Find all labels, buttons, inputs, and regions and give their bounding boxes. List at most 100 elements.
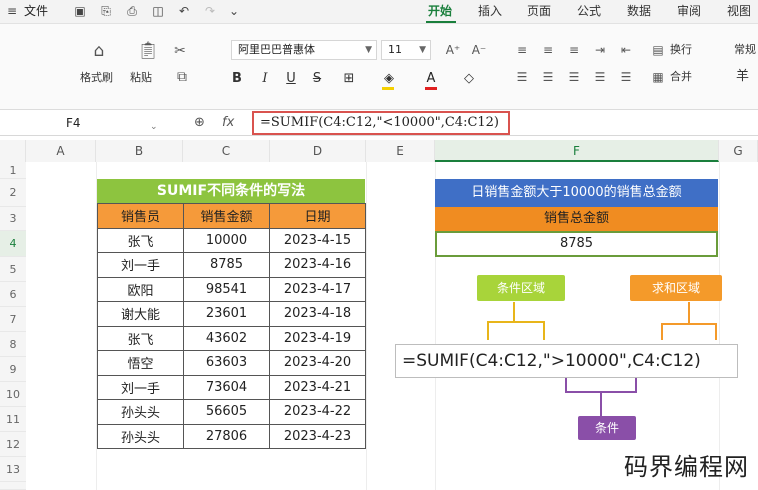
cell-salesperson[interactable]: 孙头头: [97, 399, 184, 425]
paste-label[interactable]: 粘贴: [130, 71, 152, 85]
cut-icon[interactable]: ✂: [170, 42, 190, 60]
cell-date[interactable]: 2023-4-21: [269, 374, 366, 400]
cell-salesperson[interactable]: 谢大能: [97, 301, 184, 327]
save-icon[interactable]: ▣: [72, 3, 88, 19]
print-icon[interactable]: ⎙: [124, 3, 140, 19]
underline-button[interactable]: U: [282, 70, 300, 88]
header-sales-amount[interactable]: 销售金额: [183, 203, 270, 229]
merge-icon[interactable]: ▦: [650, 68, 666, 86]
row-header-13[interactable]: 13: [0, 457, 26, 482]
cell-salesperson[interactable]: 张飞: [97, 227, 184, 253]
cell-salesperson[interactable]: 刘一手: [97, 374, 184, 400]
distribute-icon[interactable]: ☰: [618, 68, 634, 86]
cell-salesperson[interactable]: 刘一手: [97, 252, 184, 278]
cell-amount[interactable]: 73604: [183, 374, 270, 400]
cell-date[interactable]: 2023-4-20: [269, 350, 366, 376]
tab-page[interactable]: 页面: [527, 3, 551, 19]
row-header-9[interactable]: 9: [0, 357, 26, 382]
cell-date[interactable]: 2023-4-23: [269, 423, 366, 449]
tab-data[interactable]: 数据: [627, 3, 651, 19]
fx-icon[interactable]: fx: [222, 114, 234, 132]
row-header-14[interactable]: 14: [0, 482, 26, 490]
font-color-button[interactable]: A: [422, 70, 440, 88]
table-title[interactable]: SUMIF不同条件的写法: [97, 179, 365, 203]
align-right-icon[interactable]: ☰: [566, 68, 582, 86]
select-all-corner[interactable]: [0, 140, 26, 162]
row-header-8[interactable]: 8: [0, 332, 26, 357]
column-header-b[interactable]: B: [96, 140, 183, 162]
cell-date[interactable]: 2023-4-22: [269, 399, 366, 425]
align-top-icon[interactable]: ≡: [514, 41, 530, 59]
indent-icon[interactable]: ⇥: [592, 41, 608, 59]
cell-date[interactable]: 2023-4-19: [269, 325, 366, 351]
column-header-e[interactable]: E: [366, 140, 435, 162]
menu-icon[interactable]: ≡: [4, 3, 20, 19]
copy-icon[interactable]: ⧉: [172, 68, 192, 86]
justify-icon[interactable]: ☰: [592, 68, 608, 86]
row-header-5[interactable]: 5: [0, 257, 26, 282]
export-icon[interactable]: ⎘: [98, 3, 114, 19]
tab-view[interactable]: 视图: [727, 3, 751, 19]
row-header-2[interactable]: 2: [0, 179, 26, 207]
row-header-6[interactable]: 6: [0, 282, 26, 307]
tab-insert[interactable]: 插入: [478, 3, 502, 19]
clear-format-icon[interactable]: ◇: [460, 70, 478, 88]
format-painter-icon[interactable]: ⌂: [88, 42, 110, 60]
column-header-a[interactable]: A: [26, 140, 96, 162]
row-header-12[interactable]: 12: [0, 432, 26, 457]
align-middle-icon[interactable]: ≡: [540, 41, 556, 59]
row-header-7[interactable]: 7: [0, 307, 26, 332]
row-header-4[interactable]: 4: [0, 231, 26, 257]
column-header-f[interactable]: F: [435, 140, 719, 162]
decrease-font-icon[interactable]: A⁻: [470, 41, 488, 59]
row-header-1[interactable]: 1: [0, 162, 26, 179]
cell-date[interactable]: 2023-4-16: [269, 252, 366, 278]
print-preview-icon[interactable]: ◫: [150, 3, 166, 19]
undo-icon[interactable]: ↶: [176, 3, 192, 19]
strikethrough-button[interactable]: S: [308, 70, 326, 88]
file-menu[interactable]: 文件: [24, 3, 48, 19]
align-center-icon[interactable]: ☰: [540, 68, 556, 86]
currency-format-button[interactable]: 羊: [736, 70, 749, 84]
result-value-cell[interactable]: 8785: [435, 231, 718, 257]
result-title[interactable]: 日销售金额大于10000的销售总金额: [435, 179, 718, 207]
font-family-select[interactable]: 阿里巴巴普惠体 ▼: [231, 40, 377, 60]
header-date[interactable]: 日期: [269, 203, 366, 229]
cell-amount[interactable]: 63603: [183, 350, 270, 376]
align-bottom-icon[interactable]: ≡: [566, 41, 582, 59]
redo-icon[interactable]: ↷: [202, 3, 218, 19]
cell-date[interactable]: 2023-4-17: [269, 276, 366, 302]
increase-font-icon[interactable]: A⁺: [444, 41, 462, 59]
outdent-icon[interactable]: ⇤: [618, 41, 634, 59]
format-painter-label[interactable]: 格式刷: [80, 71, 113, 85]
tab-review[interactable]: 审阅: [677, 3, 701, 19]
formula-input[interactable]: =SUMIF(C4:C12,"<10000",C4:C12): [252, 111, 510, 135]
column-header-c[interactable]: C: [183, 140, 270, 162]
cell-salesperson[interactable]: 张飞: [97, 325, 184, 351]
chevron-down-icon[interactable]: ⌄: [226, 3, 242, 19]
cell-amount[interactable]: 56605: [183, 399, 270, 425]
wrap-text-icon[interactable]: ▤: [650, 41, 666, 59]
cell-amount[interactable]: 43602: [183, 325, 270, 351]
border-icon[interactable]: ⊞: [340, 70, 358, 88]
cell-amount[interactable]: 27806: [183, 423, 270, 449]
row-header-11[interactable]: 11: [0, 407, 26, 432]
header-salesperson[interactable]: 销售员: [97, 203, 184, 229]
cell-amount[interactable]: 10000: [183, 227, 270, 253]
row-header-3[interactable]: 3: [0, 207, 26, 231]
merge-label[interactable]: 合并: [670, 70, 692, 84]
align-left-icon[interactable]: ☰: [514, 68, 530, 86]
cell-amount[interactable]: 8785: [183, 252, 270, 278]
wrap-text-label[interactable]: 换行: [670, 43, 692, 57]
tab-home[interactable]: 开始: [428, 3, 452, 19]
column-header-d[interactable]: D: [270, 140, 366, 162]
cell-salesperson[interactable]: 孙头头: [97, 423, 184, 449]
name-box[interactable]: F4 ⌄: [0, 112, 170, 134]
cell-date[interactable]: 2023-4-15: [269, 227, 366, 253]
cell-date[interactable]: 2023-4-18: [269, 301, 366, 327]
cell-salesperson[interactable]: 欧阳: [97, 276, 184, 302]
result-header[interactable]: 销售总金额: [435, 207, 718, 231]
paste-icon[interactable]: 📋︎: [137, 42, 159, 60]
bold-button[interactable]: B: [228, 70, 246, 88]
column-header-g[interactable]: G: [719, 140, 758, 162]
